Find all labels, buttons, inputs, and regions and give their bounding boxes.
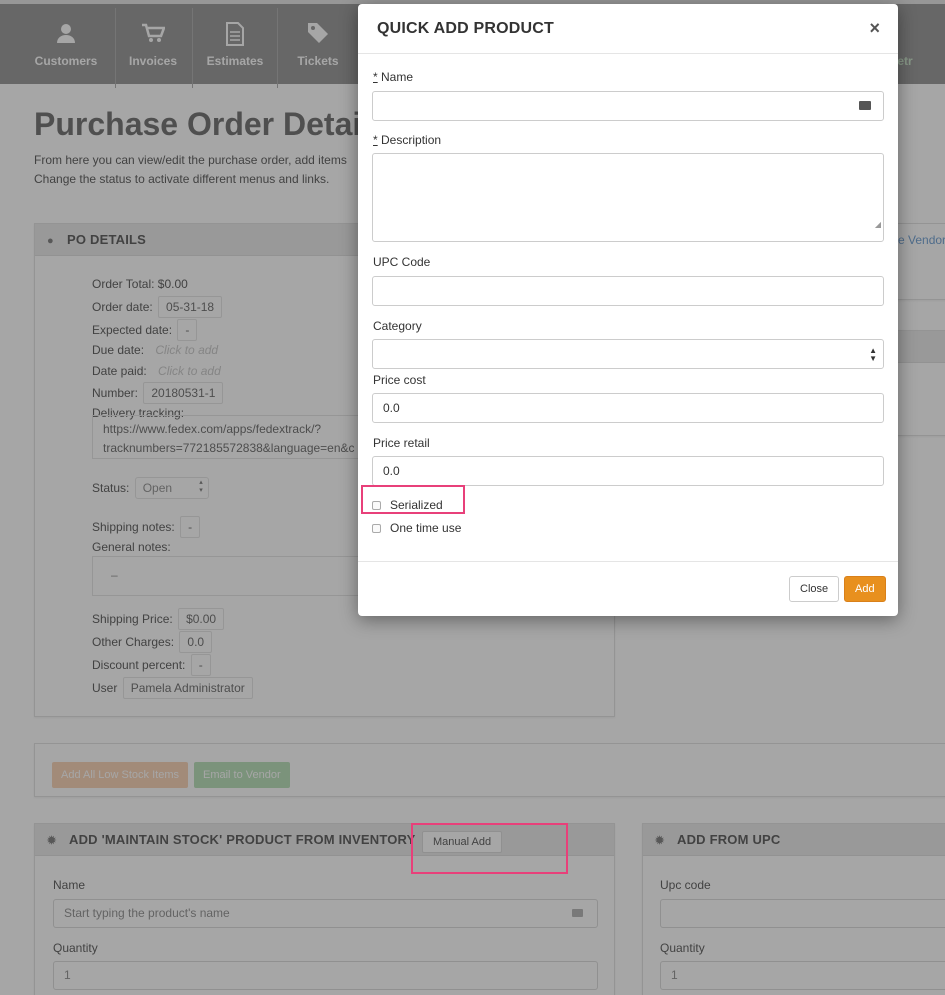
name-label: * Name: [373, 70, 414, 84]
modal-title: QUICK ADD PRODUCT: [377, 20, 555, 37]
quick-add-product-modal: QUICK ADD PRODUCT × * Name * Description…: [358, 4, 898, 616]
price-cost-input[interactable]: 0.0: [372, 393, 884, 423]
select-arrows-icon: ▲ ▼: [869, 346, 877, 363]
one-time-use-checkbox-row: One time use: [372, 521, 461, 535]
resize-handle-icon[interactable]: ◢: [875, 211, 881, 239]
keyboard-icon: [859, 101, 871, 110]
add-button[interactable]: Add: [844, 576, 886, 602]
upc-code-label: UPC Code: [373, 255, 431, 269]
category-label: Category: [373, 319, 422, 333]
one-time-use-label: One time use: [390, 521, 462, 535]
name-input[interactable]: [372, 91, 884, 121]
description-label: * Description: [373, 133, 442, 147]
price-cost-label: Price cost: [373, 373, 426, 387]
category-select[interactable]: ▲ ▼: [372, 339, 884, 369]
one-time-use-checkbox[interactable]: [372, 524, 381, 533]
page: Customers Invoices Estimates Tickets etr: [0, 0, 945, 995]
description-textarea[interactable]: ◢: [372, 153, 884, 242]
highlight-box: [411, 823, 568, 874]
price-retail-label: Price retail: [373, 436, 430, 450]
price-retail-input[interactable]: 0.0: [372, 456, 884, 486]
close-icon[interactable]: ×: [869, 18, 880, 39]
modal-header: QUICK ADD PRODUCT ×: [358, 4, 898, 54]
highlight-box: [361, 485, 465, 514]
upc-code-input[interactable]: [372, 276, 884, 306]
close-button[interactable]: Close: [789, 576, 840, 602]
modal-footer: Close Add: [358, 561, 898, 616]
